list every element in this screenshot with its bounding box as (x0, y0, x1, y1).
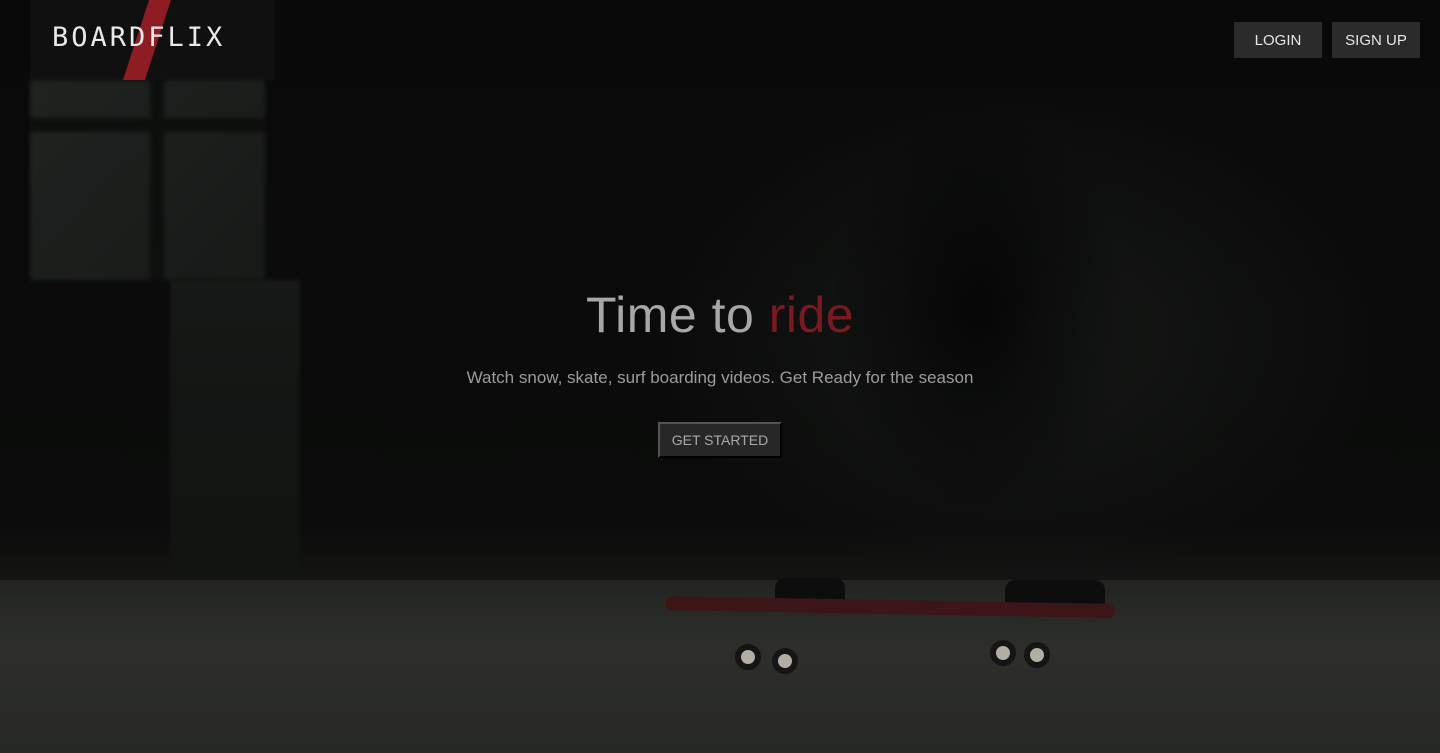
hero-title: Time to ride (0, 286, 1440, 344)
signup-button[interactable]: SIGN UP (1332, 22, 1420, 58)
hero-title-start: Time to (585, 287, 769, 343)
top-header: BOARDFLIX LOGIN SIGN UP (0, 0, 1440, 80)
hero-section: BOARDFLIX LOGIN SIGN UP Time to ride Wat… (0, 0, 1440, 753)
login-button[interactable]: LOGIN (1234, 22, 1322, 58)
hero-subtitle: Watch snow, skate, surf boarding videos.… (466, 368, 974, 387)
get-started-button[interactable]: GET STARTED (658, 422, 782, 458)
hero-title-accent: ride (768, 287, 855, 343)
brand-logo[interactable]: BOARDFLIX (52, 22, 225, 53)
